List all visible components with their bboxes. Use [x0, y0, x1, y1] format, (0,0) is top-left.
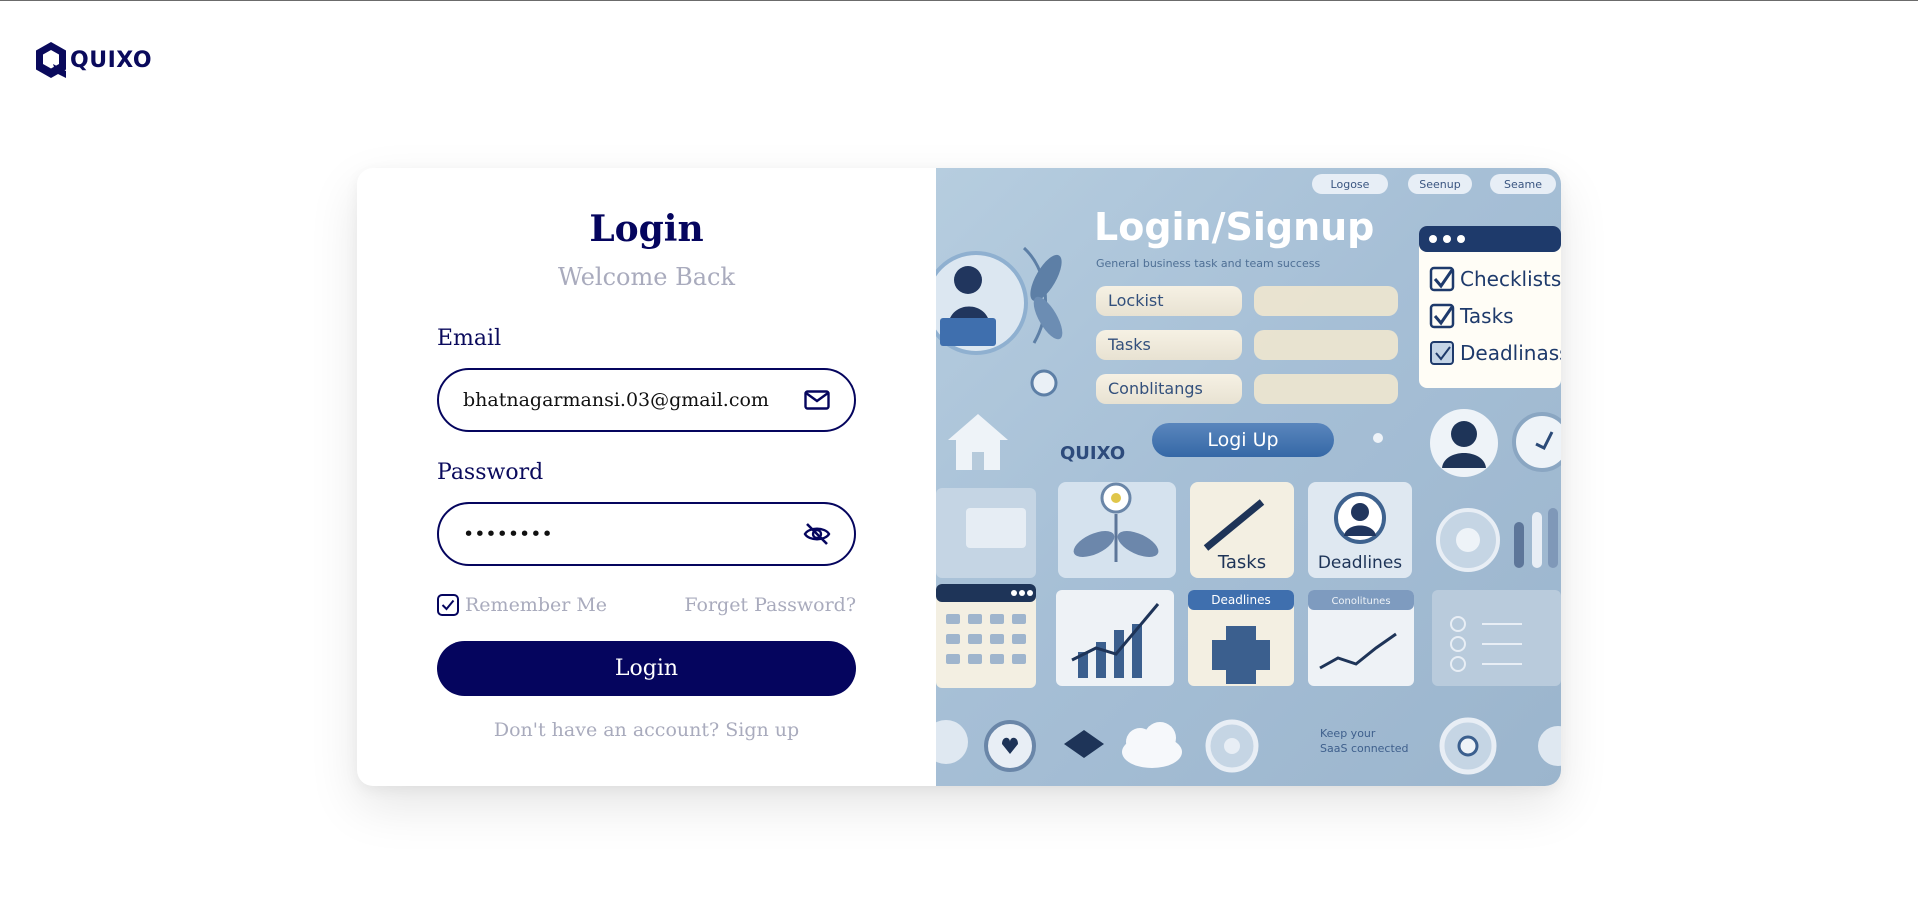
illustration-heading: Login/Signup	[1094, 205, 1374, 249]
page-subtitle: Welcome Back	[558, 263, 735, 291]
login-card: Login Welcome Back Email bhatnagarmansi.…	[357, 168, 1561, 786]
remember-me[interactable]: Remember Me	[437, 594, 607, 616]
illustration-checklist-2: Tasks	[1459, 304, 1514, 328]
brand-name: QUIXO	[70, 47, 153, 73]
illustration-header-conolitunes: Conolitunes	[1331, 596, 1390, 607]
login-button[interactable]: Login	[437, 641, 856, 696]
top-border	[0, 0, 1918, 1]
illustration-tile-deadlines: Deadlines	[1318, 553, 1402, 573]
remember-checkbox[interactable]	[437, 594, 459, 616]
password-value[interactable]: ••••••••	[463, 523, 802, 545]
page-title: Login	[589, 208, 704, 250]
illustration-list-3: Conblitangs	[1108, 379, 1203, 398]
hexagon-q-logo-icon	[36, 42, 66, 78]
login-illustration: Logose Seenup Seame Login/Signup General…	[936, 168, 1561, 786]
illustration-list-1: Lockist	[1108, 291, 1164, 310]
illustration-list-2: Tasks	[1107, 335, 1151, 354]
illustration-footer-line-1: Keep your	[1320, 727, 1376, 740]
password-label: Password	[437, 460, 544, 485]
login-form: Login Welcome Back Email bhatnagarmansi.…	[357, 168, 936, 786]
password-field[interactable]: ••••••••	[437, 502, 856, 566]
illustration-pill-2: Seenup	[1419, 178, 1460, 191]
illustration-graphic: Logose Seenup Seame Login/Signup General…	[936, 174, 1561, 775]
brand-logo[interactable]: QUIXO	[34, 40, 152, 80]
eye-slash-icon[interactable]	[802, 519, 832, 549]
illustration-footer-line-2: SaaS connected	[1320, 742, 1409, 755]
forgot-password-link[interactable]: Forget Password?	[684, 594, 856, 616]
illustration-pill-1: Logose	[1331, 178, 1370, 191]
illustration-tagline: General business task and team success	[1096, 257, 1320, 270]
illustration-pill-3: Seame	[1504, 178, 1542, 191]
options-row: Remember Me Forget Password?	[437, 592, 856, 618]
illustration-brand: QUIXO	[1060, 443, 1125, 464]
illustration-checklist-3: Deadlinass	[1460, 341, 1561, 365]
email-label: Email	[437, 326, 502, 351]
illustration-action-button: Logi Up	[1207, 429, 1278, 451]
illustration-header-deadlines: Deadlines	[1211, 593, 1271, 607]
check-icon	[441, 599, 455, 611]
illustration-checklist-1: Checklists	[1460, 267, 1561, 291]
signup-link[interactable]: Don't have an account? Sign up	[357, 719, 936, 741]
email-field[interactable]: bhatnagarmansi.03@gmail.com	[437, 368, 856, 432]
illustration-tile-tasks: Tasks	[1217, 552, 1266, 573]
email-value[interactable]: bhatnagarmansi.03@gmail.com	[463, 389, 802, 411]
envelope-icon	[802, 385, 832, 415]
remember-label[interactable]: Remember Me	[465, 594, 607, 616]
